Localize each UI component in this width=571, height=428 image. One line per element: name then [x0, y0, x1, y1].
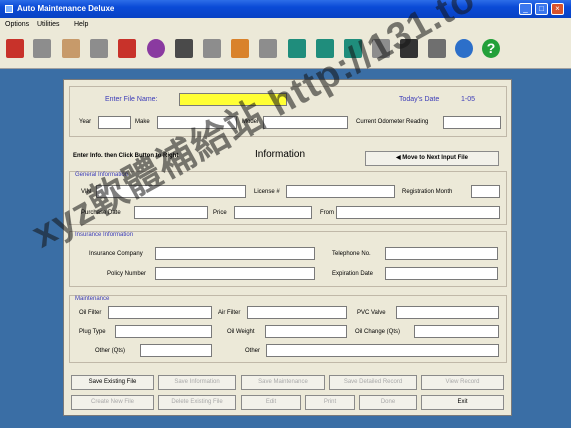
other-qts-label: Other (Qts)	[95, 348, 126, 354]
maintenance-group: Maintenance Oil Filter Air Filter PVC Va…	[69, 295, 507, 363]
registration-input[interactable]	[471, 185, 500, 198]
insurance-group: Insurance Information Insurance Company …	[69, 231, 507, 287]
today-value: 1-05	[461, 96, 476, 103]
exit-button[interactable]: Exit	[421, 395, 504, 410]
close-button[interactable]: ×	[551, 3, 564, 15]
maintenance-title: Maintenance	[75, 296, 110, 302]
delete-existing-file-button[interactable]: Delete Existing File	[158, 395, 236, 410]
move-next-label: Move to Next Input File	[402, 155, 468, 161]
other-qts-input[interactable]	[140, 344, 212, 357]
file-name-label: Enter File Name:	[105, 96, 158, 103]
printer-icon[interactable]	[201, 37, 223, 61]
red-book-icon[interactable]	[4, 37, 26, 61]
plug-type-label: Plug Type	[79, 329, 106, 335]
year-label: Year	[79, 119, 92, 125]
print-button[interactable]: Print	[305, 395, 355, 410]
from-label: From	[320, 210, 334, 216]
minimize-button[interactable]: _	[519, 3, 532, 15]
license-label: License #	[254, 189, 280, 195]
view-record-button[interactable]: View Record	[421, 375, 504, 390]
notepad-icon[interactable]	[257, 37, 279, 61]
odometer-label: Current Odometer Reading	[356, 119, 429, 125]
title-bar: Auto Maintenance Deluxe _ □ ×	[0, 0, 571, 18]
calculator-icon[interactable]	[173, 37, 195, 61]
purchase-date-input[interactable]	[134, 206, 208, 219]
save-existing-file-button[interactable]: Save Existing File	[71, 375, 154, 390]
tools-icon[interactable]	[88, 37, 110, 61]
save-information-button[interactable]: Save Information	[158, 375, 236, 390]
policy-number-label: Policy Number	[107, 271, 147, 277]
menu-options[interactable]: Options	[5, 21, 29, 28]
save-maintenance-button[interactable]: Save Maintenance	[241, 375, 325, 390]
gray-car-icon[interactable]	[31, 37, 53, 61]
oil-change-input[interactable]	[414, 325, 499, 338]
air-filter-label: Air Filter	[218, 310, 241, 316]
main-form: Enter File Name: Today's Date 1-05 Year …	[63, 79, 512, 416]
price-input[interactable]	[234, 206, 312, 219]
house-icon[interactable]	[229, 37, 251, 61]
oil-weight-input[interactable]	[265, 325, 347, 338]
menu-utilities[interactable]: Utilities	[37, 21, 60, 28]
policy-number-input[interactable]	[155, 267, 315, 280]
other-label: Other	[245, 348, 261, 354]
wrench-icon[interactable]	[60, 37, 82, 61]
telephone-label: Telephone No.	[332, 251, 371, 257]
expiration-label: Expiration Date	[332, 271, 374, 277]
move-next-button[interactable]: ◀ Move to Next Input File	[365, 151, 499, 166]
pvc-valve-label: PVC Valve	[357, 310, 386, 316]
globe-icon[interactable]	[453, 37, 475, 61]
oil-filter-label: Oil Filter	[79, 310, 102, 316]
oil-filter-input[interactable]	[108, 306, 212, 319]
insurance-company-input[interactable]	[155, 247, 315, 260]
today-label: Today's Date	[399, 96, 440, 103]
save-detailed-record-button[interactable]: Save Detailed Record	[329, 375, 417, 390]
done-button[interactable]: Done	[359, 395, 417, 410]
expiration-input[interactable]	[385, 267, 498, 280]
create-new-file-button[interactable]: Create New File	[71, 395, 154, 410]
edit-button[interactable]: Edit	[241, 395, 301, 410]
from-input[interactable]	[336, 206, 500, 219]
make-label: Make	[135, 119, 150, 125]
maximize-button[interactable]: □	[535, 3, 548, 15]
insurance-company-label: Insurance Company	[89, 251, 143, 257]
globe-purple-icon[interactable]	[145, 37, 167, 61]
oil-weight-label: Oil Weight	[227, 329, 255, 335]
air-filter-input[interactable]	[247, 306, 347, 319]
oil-change-label: Oil Change (Qts)	[355, 329, 401, 335]
menu-help[interactable]: Help	[74, 21, 88, 28]
window-title: Auto Maintenance Deluxe	[17, 4, 115, 13]
pvc-valve-input[interactable]	[396, 306, 499, 319]
menu-bar: Options Utilities Help	[0, 18, 571, 31]
telephone-input[interactable]	[385, 247, 498, 260]
registration-label: Registration Month	[402, 189, 453, 195]
odometer-input[interactable]	[443, 116, 501, 129]
license-input[interactable]	[286, 185, 395, 198]
help-icon[interactable]: ?	[480, 37, 502, 61]
price-label: Price	[213, 210, 227, 216]
app-icon	[5, 5, 13, 13]
globe-shine-icon[interactable]	[116, 37, 138, 61]
information-heading: Information	[255, 149, 306, 160]
year-input[interactable]	[98, 116, 131, 129]
other-input[interactable]	[266, 344, 499, 357]
plug-type-input[interactable]	[115, 325, 212, 338]
